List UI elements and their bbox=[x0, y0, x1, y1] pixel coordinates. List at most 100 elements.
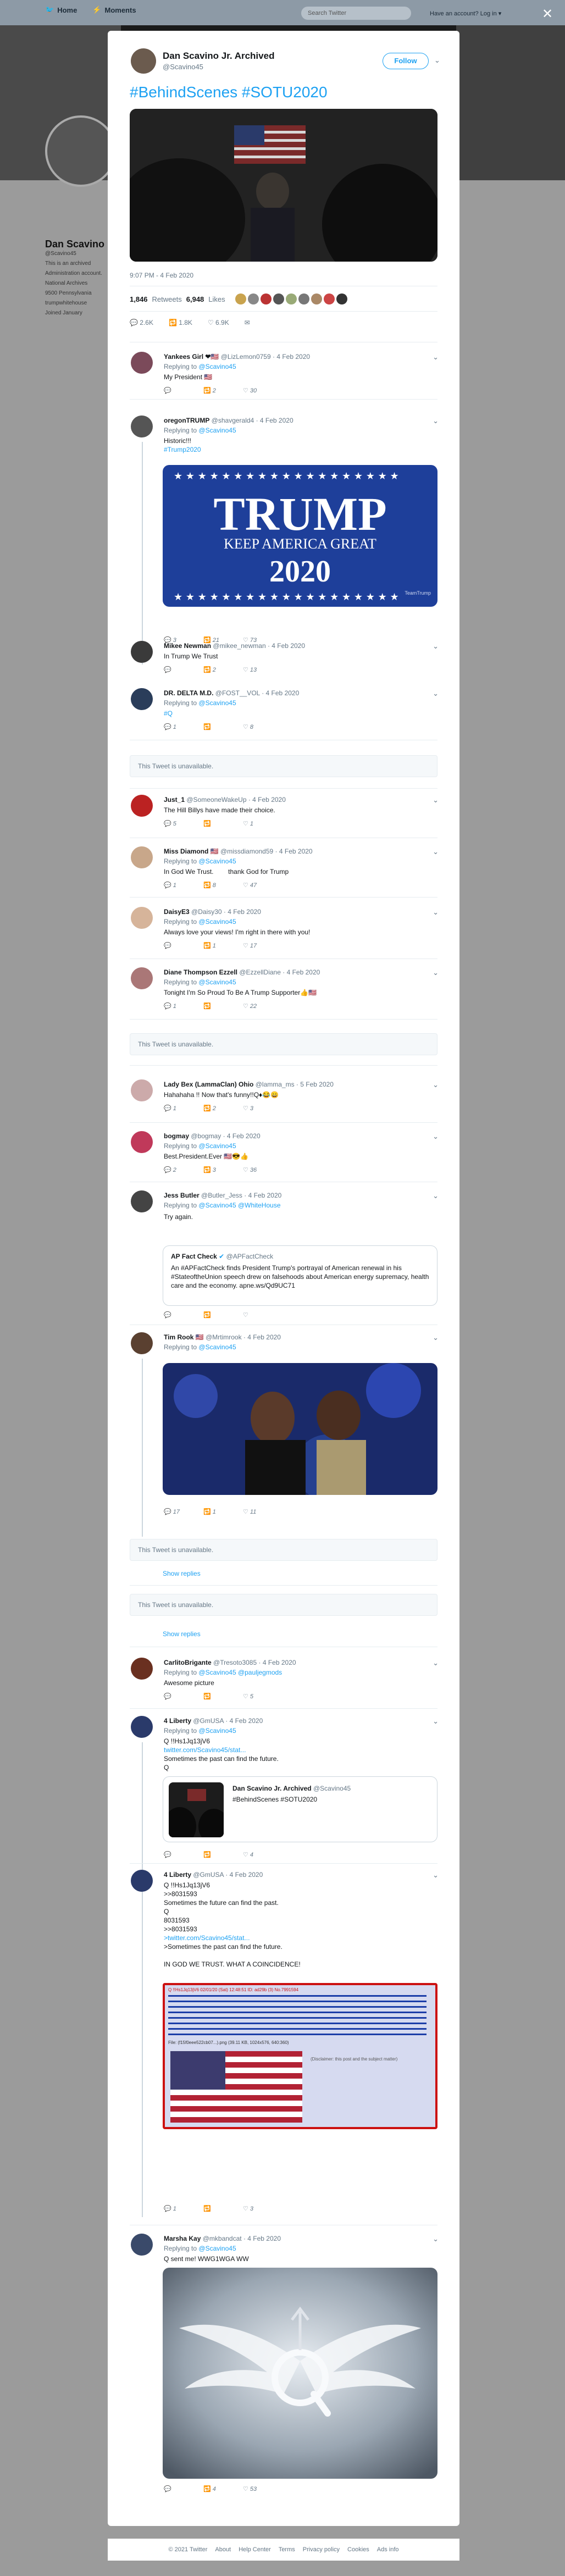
heart-icon[interactable]: ♡ 5 bbox=[243, 1693, 282, 1700]
retweet-icon[interactable]: 🔁 2 bbox=[203, 387, 243, 394]
retweet-icon[interactable]: 🔁 bbox=[203, 1693, 243, 1700]
avatar[interactable] bbox=[131, 1870, 153, 1892]
close-icon[interactable]: ✕ bbox=[542, 8, 553, 21]
retweet-icon[interactable]: 🔁 bbox=[203, 723, 243, 730]
footer-about[interactable]: About bbox=[215, 2546, 231, 2553]
reply-icon[interactable]: 💬 2 bbox=[164, 1166, 203, 1173]
retweet-icon[interactable]: 🔁 bbox=[203, 1851, 243, 1858]
chevron-down-icon[interactable]: ⌄ bbox=[433, 1132, 439, 1141]
avatar[interactable] bbox=[131, 967, 153, 989]
reply-icon[interactable]: 💬 bbox=[164, 1311, 203, 1319]
chevron-down-icon[interactable]: ⌄ bbox=[433, 2235, 439, 2243]
heart-icon[interactable]: ♡ bbox=[243, 1311, 282, 1319]
footer-terms[interactable]: Terms bbox=[279, 2546, 295, 2553]
reply-icon[interactable]: 💬 1 bbox=[164, 882, 203, 889]
reply-icon[interactable]: 💬 17 bbox=[164, 1508, 203, 1515]
heart-icon[interactable]: ♡ 11 bbox=[243, 1508, 282, 1515]
author-name[interactable]: Dan Scavino Jr. Archived bbox=[163, 51, 274, 62]
heart-icon[interactable]: ♡ 17 bbox=[243, 942, 282, 949]
reply-icon[interactable]: 💬 1 bbox=[164, 2205, 203, 2212]
chevron-down-icon[interactable]: ⌄ bbox=[433, 847, 439, 856]
chevron-down-icon[interactable]: ⌄ bbox=[433, 1659, 439, 1668]
heart-icon[interactable]: ♡ 3 bbox=[243, 1105, 282, 1112]
tweet-text[interactable]: #BehindScenes #SOTU2020 bbox=[130, 84, 328, 101]
reply-icon[interactable]: 💬 bbox=[164, 666, 203, 673]
heart-icon[interactable]: ♡ 22 bbox=[243, 1002, 282, 1010]
reply-icon[interactable]: 💬 bbox=[164, 1851, 203, 1858]
photo-image[interactable] bbox=[163, 1363, 437, 1495]
q-wings-image[interactable] bbox=[163, 2268, 437, 2479]
avatar[interactable] bbox=[131, 352, 153, 374]
avatar[interactable] bbox=[131, 1716, 153, 1738]
retweet-icon[interactable]: 🔁 3 bbox=[203, 1166, 243, 1173]
login-link[interactable]: Have an account? Log in ▾ bbox=[430, 10, 501, 17]
liker-avatars[interactable] bbox=[235, 293, 347, 304]
avatar[interactable] bbox=[131, 1079, 153, 1101]
nav-moments[interactable]: ⚡ Moments bbox=[92, 5, 136, 14]
show-replies-link[interactable]: Show replies bbox=[163, 1630, 201, 1638]
footer-privacy[interactable]: Privacy policy bbox=[303, 2546, 340, 2553]
avatar[interactable] bbox=[131, 1658, 153, 1680]
chevron-down-icon[interactable]: ⌄ bbox=[433, 689, 439, 698]
quoted-tweet[interactable]: Dan Scavino Jr. Archived @Scavino45 #Beh… bbox=[163, 1776, 437, 1842]
chevron-down-icon[interactable]: ⌄ bbox=[433, 1081, 439, 1089]
avatar[interactable] bbox=[131, 48, 156, 74]
tweet-timestamp[interactable]: 9:07 PM - 4 Feb 2020 bbox=[130, 272, 193, 279]
chevron-down-icon[interactable]: ⌄ bbox=[434, 56, 440, 65]
avatar[interactable] bbox=[131, 1332, 153, 1354]
like-button[interactable]: ♡ 6.9K bbox=[208, 319, 229, 326]
chevron-down-icon[interactable]: ⌄ bbox=[433, 353, 439, 362]
trump-2020-image[interactable]: ★ ★ ★ ★ ★ ★ ★ ★ ★ ★ ★ ★ ★ ★ ★ ★ ★ ★ ★ ★ … bbox=[163, 465, 437, 607]
retweet-icon[interactable]: 🔁 2 bbox=[203, 666, 243, 673]
tweet-image[interactable] bbox=[130, 109, 437, 262]
retweet-icon[interactable]: 🔁 bbox=[203, 1002, 243, 1010]
retweet-icon[interactable]: 🔁 1 bbox=[203, 1508, 243, 1515]
reply-icon[interactable]: 💬 1 bbox=[164, 723, 203, 730]
retweet-button[interactable]: 🔁 1.8K bbox=[169, 319, 192, 326]
retweet-icon[interactable]: 🔁 8 bbox=[203, 882, 243, 889]
quoted-tweet[interactable]: AP Fact Check ✔ @APFactCheck An #APFactC… bbox=[163, 1245, 437, 1306]
heart-icon[interactable]: ♡ 36 bbox=[243, 1166, 282, 1173]
follow-button[interactable]: Follow bbox=[383, 53, 429, 69]
reply-icon[interactable]: 💬 1 bbox=[164, 1105, 203, 1112]
avatar[interactable] bbox=[131, 688, 153, 710]
avatar[interactable] bbox=[131, 907, 153, 929]
nav-home[interactable]: 🐦 Home bbox=[45, 5, 77, 14]
reply-button[interactable]: 💬 2.6K bbox=[130, 319, 153, 326]
footer-cookies[interactable]: Cookies bbox=[347, 2546, 369, 2553]
avatar[interactable] bbox=[131, 846, 153, 868]
q-post-image[interactable]: Q !!Hs1Jq13jV6 02/01/20 (Sat) 12:48:51 I… bbox=[163, 1983, 437, 2129]
heart-icon[interactable]: ♡ 13 bbox=[243, 666, 282, 673]
avatar[interactable] bbox=[131, 416, 153, 437]
reply-icon[interactable]: 💬 bbox=[164, 387, 203, 394]
chevron-down-icon[interactable]: ⌄ bbox=[433, 908, 439, 917]
reply-icon[interactable]: 💬 5 bbox=[164, 820, 203, 827]
chevron-down-icon[interactable]: ⌄ bbox=[433, 1333, 439, 1342]
search-input[interactable]: Search Twitter bbox=[301, 7, 411, 20]
reply-icon[interactable]: 💬 bbox=[164, 2485, 203, 2492]
chevron-down-icon[interactable]: ⌄ bbox=[433, 796, 439, 805]
avatar[interactable] bbox=[131, 1190, 153, 1212]
heart-icon[interactable]: ♡ 30 bbox=[243, 387, 282, 394]
heart-icon[interactable]: ♡ 8 bbox=[243, 723, 282, 730]
chevron-down-icon[interactable]: ⌄ bbox=[433, 1717, 439, 1726]
avatar[interactable] bbox=[131, 1131, 153, 1153]
chevron-down-icon[interactable]: ⌄ bbox=[433, 1192, 439, 1200]
heart-icon[interactable]: ♡ 53 bbox=[243, 2485, 282, 2492]
retweet-icon[interactable]: 🔁 bbox=[203, 2205, 243, 2212]
reply-icon[interactable]: 💬 bbox=[164, 1693, 203, 1700]
avatar[interactable] bbox=[131, 641, 153, 663]
avatar[interactable] bbox=[131, 795, 153, 817]
show-replies-link[interactable]: Show replies bbox=[163, 1570, 201, 1577]
reply-icon[interactable]: 💬 1 bbox=[164, 1002, 203, 1010]
footer-ads[interactable]: Ads info bbox=[377, 2546, 399, 2553]
reply-icon[interactable]: 💬 bbox=[164, 942, 203, 949]
retweet-icon[interactable]: 🔁 1 bbox=[203, 942, 243, 949]
message-icon[interactable]: ✉ bbox=[245, 319, 250, 326]
retweet-icon[interactable]: 🔁 bbox=[203, 1311, 243, 1319]
retweet-icon[interactable]: 🔁 4 bbox=[203, 2485, 243, 2492]
retweet-icon[interactable]: 🔁 bbox=[203, 820, 243, 827]
chevron-down-icon[interactable]: ⌄ bbox=[433, 642, 439, 651]
heart-icon[interactable]: ♡ 3 bbox=[243, 2205, 282, 2212]
footer-help[interactable]: Help Center bbox=[239, 2546, 271, 2553]
